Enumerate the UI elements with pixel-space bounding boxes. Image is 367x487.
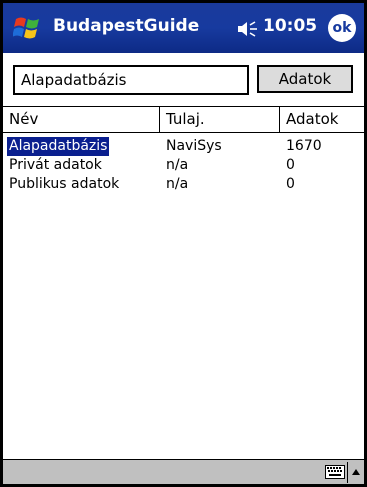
row-count: 0 xyxy=(286,157,295,173)
adatok-button[interactable]: Adatok xyxy=(257,65,353,93)
column-header-adatok[interactable]: Adatok xyxy=(280,107,364,132)
database-name-input[interactable]: Alapadatbázis xyxy=(13,65,249,95)
pocketpc-screen: BudapestGuide 10:05 ok Alapadatbázis Ada… xyxy=(0,0,367,487)
list-row[interactable]: Alapadatbázis NaviSys 1670 xyxy=(3,137,364,156)
row-owner: NaviSys xyxy=(166,138,222,154)
up-arrow-icon[interactable] xyxy=(351,468,361,476)
database-list: Alapadatbázis NaviSys 1670 Privát adatok… xyxy=(3,137,364,194)
row-name: Alapadatbázis xyxy=(7,137,110,156)
row-name: Publikus adatok xyxy=(9,176,120,192)
list-header: Név Tulaj. Adatok xyxy=(3,106,364,133)
ok-button[interactable]: ok xyxy=(328,14,356,42)
row-owner: n/a xyxy=(166,157,189,173)
list-row[interactable]: Privát adatok n/a 0 xyxy=(3,156,364,175)
row-count: 1670 xyxy=(286,138,322,154)
row-owner: n/a xyxy=(166,176,189,192)
list-row[interactable]: Publikus adatok n/a 0 xyxy=(3,175,364,194)
keyboard-icon[interactable] xyxy=(325,465,345,479)
column-header-tulaj[interactable]: Tulaj. xyxy=(160,107,280,132)
bottom-toolbar xyxy=(3,459,364,484)
speaker-icon[interactable] xyxy=(236,19,260,39)
column-header-nev[interactable]: Név xyxy=(3,107,160,132)
row-count: 0 xyxy=(286,176,295,192)
clock[interactable]: 10:05 xyxy=(263,16,317,36)
windows-flag-icon[interactable] xyxy=(13,13,43,43)
app-title: BudapestGuide xyxy=(53,16,200,36)
row-name: Privát adatok xyxy=(9,157,102,173)
sip-divider xyxy=(347,462,348,483)
title-bar: BudapestGuide 10:05 ok xyxy=(3,3,364,53)
